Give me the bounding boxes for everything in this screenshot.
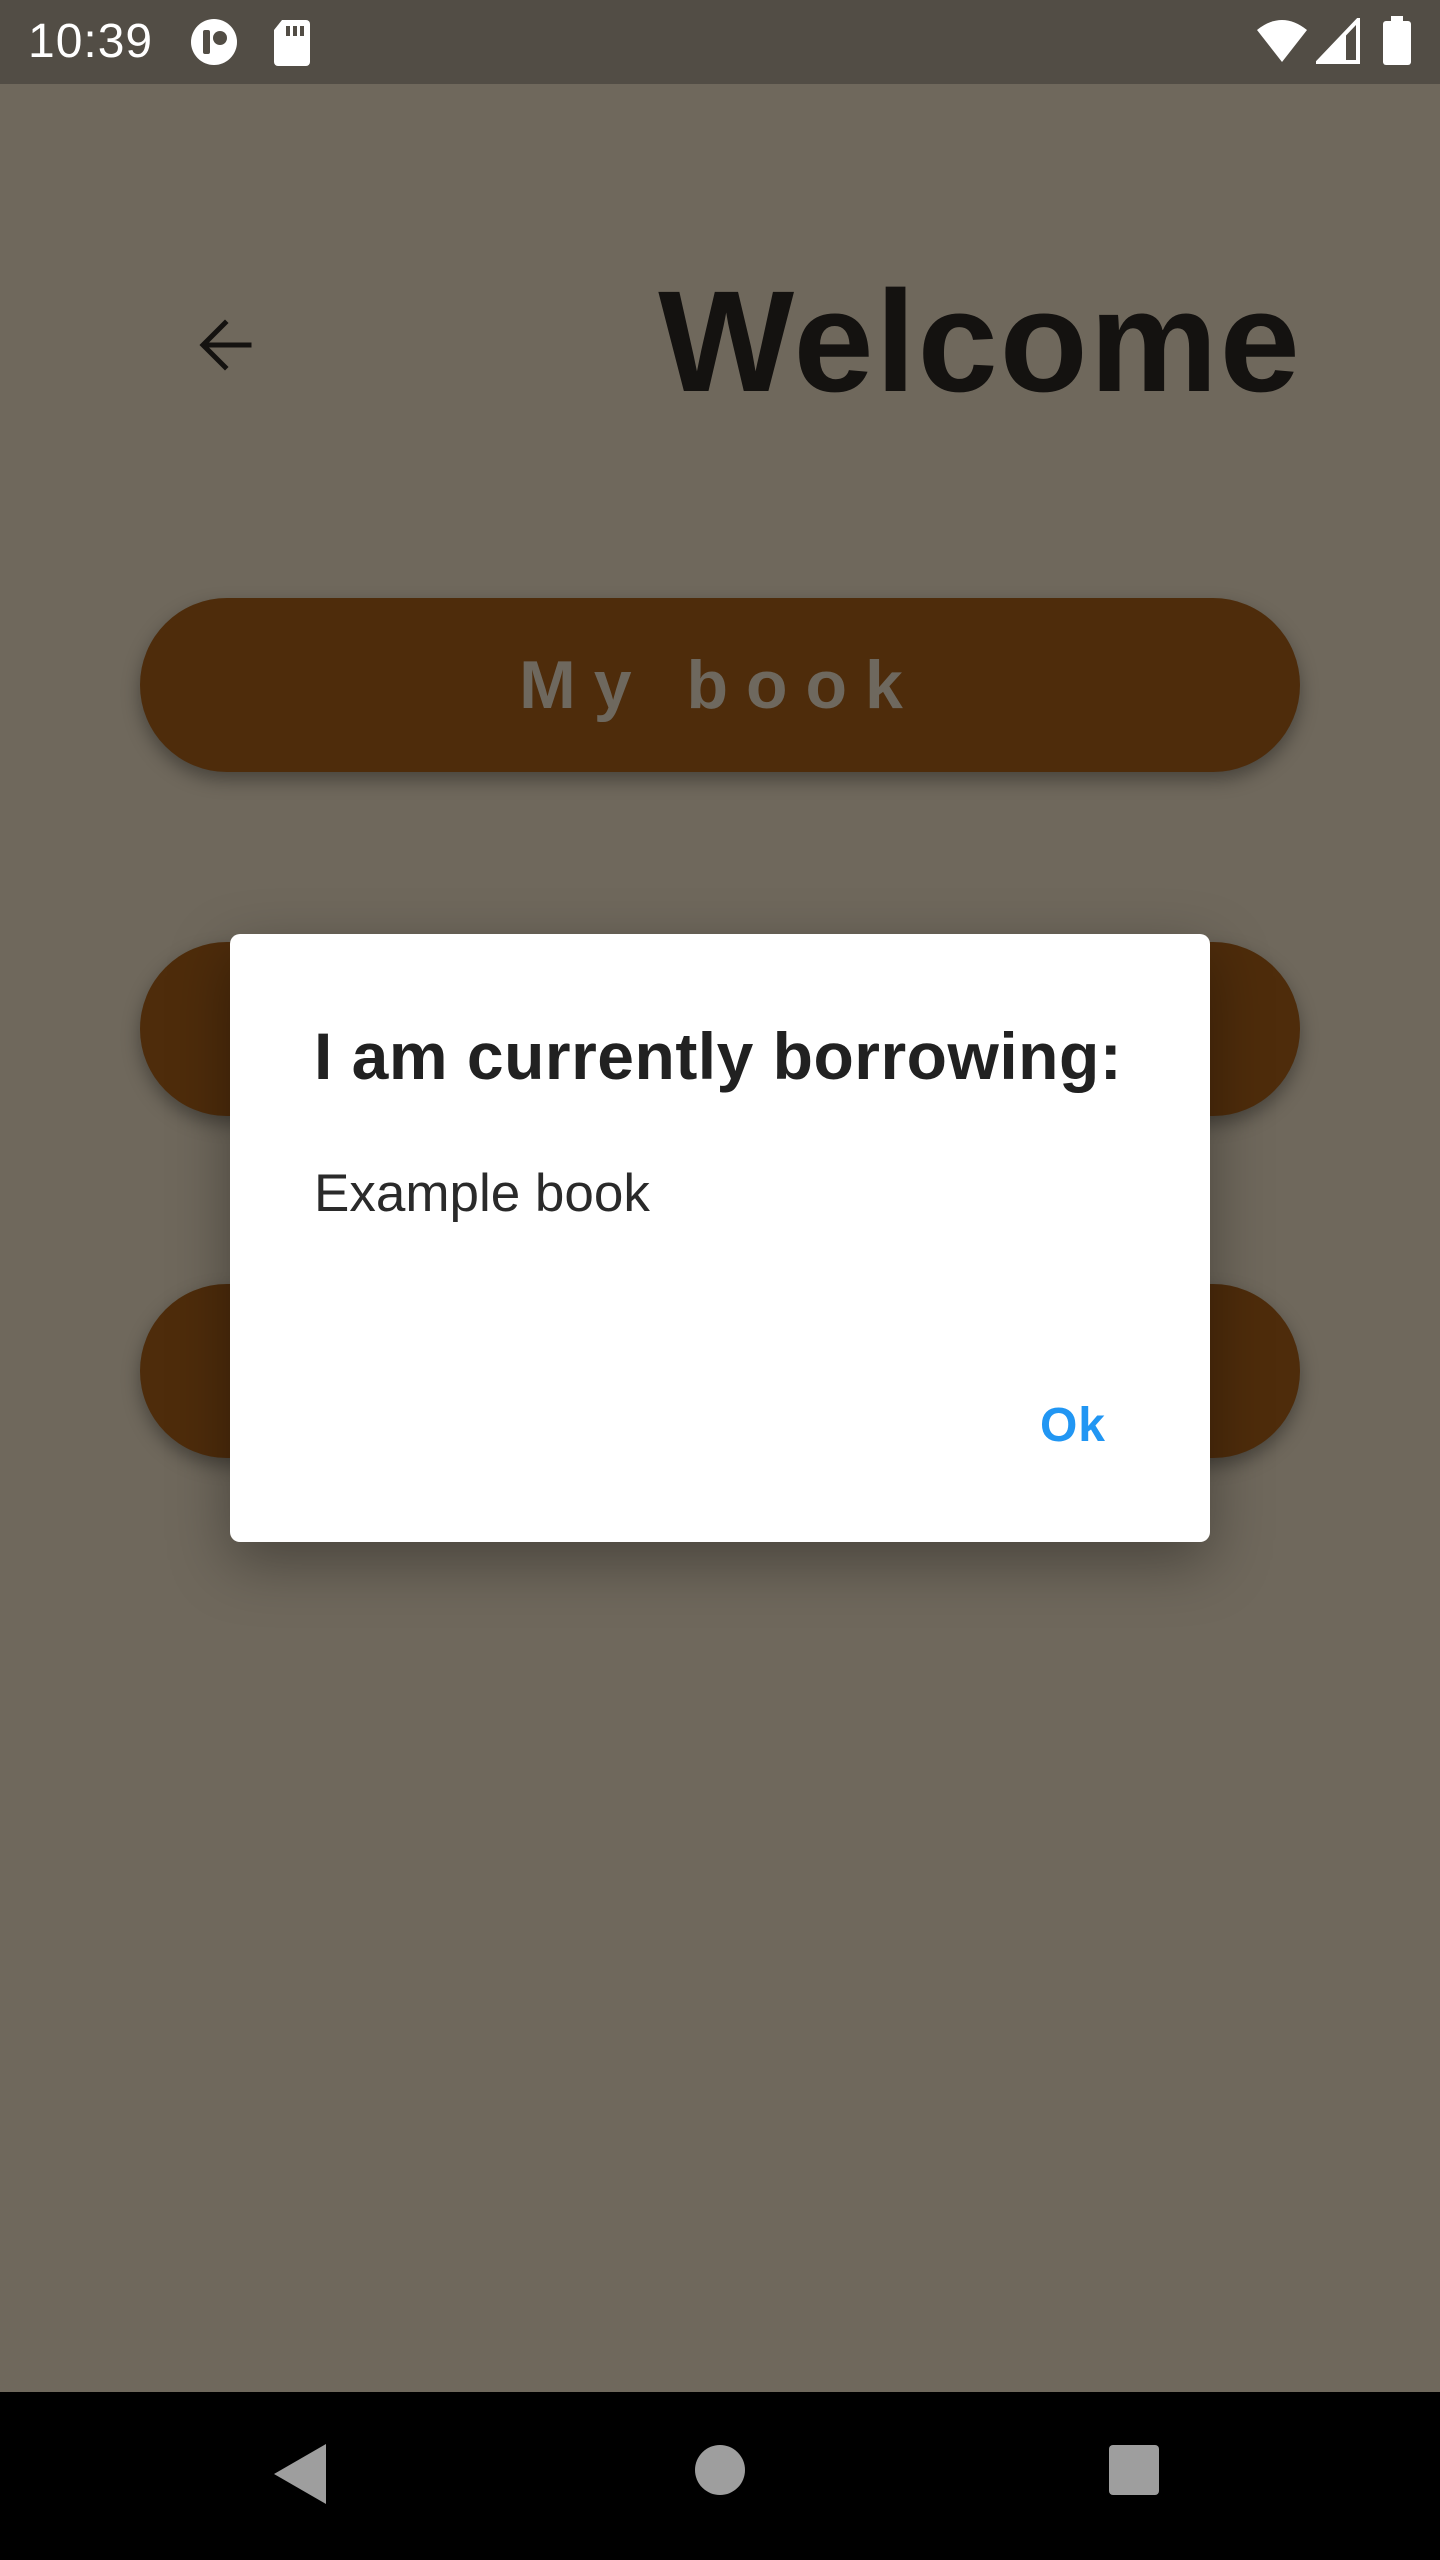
navigation-bar [0,2392,1440,2560]
status-bar: 10:39 [0,0,1440,84]
my-book-button-label: My book [519,647,921,723]
nav-recents-icon[interactable] [1108,2444,1160,2496]
status-time: 10:39 [28,15,154,68]
my-book-button[interactable]: My book [140,598,1300,772]
dialog-body: Example book [314,1164,650,1223]
nav-back-icon[interactable] [272,2442,328,2506]
cellular-signal-icon [1316,18,1360,64]
page-title: Welcome [658,261,1302,422]
arrow-back-icon [199,319,252,371]
ok-button[interactable]: Ok [1040,1394,1106,1458]
back-button[interactable] [180,300,270,390]
app-notification-icon [191,19,237,65]
dialog-title: I am currently borrowing: [314,1019,1123,1093]
nav-home-icon[interactable] [694,2444,746,2496]
wifi-icon [1257,20,1307,62]
sd-card-icon [274,20,310,66]
battery-icon [1383,16,1411,65]
borrowing-dialog: I am currently borrowing: Example book O… [230,934,1210,1542]
